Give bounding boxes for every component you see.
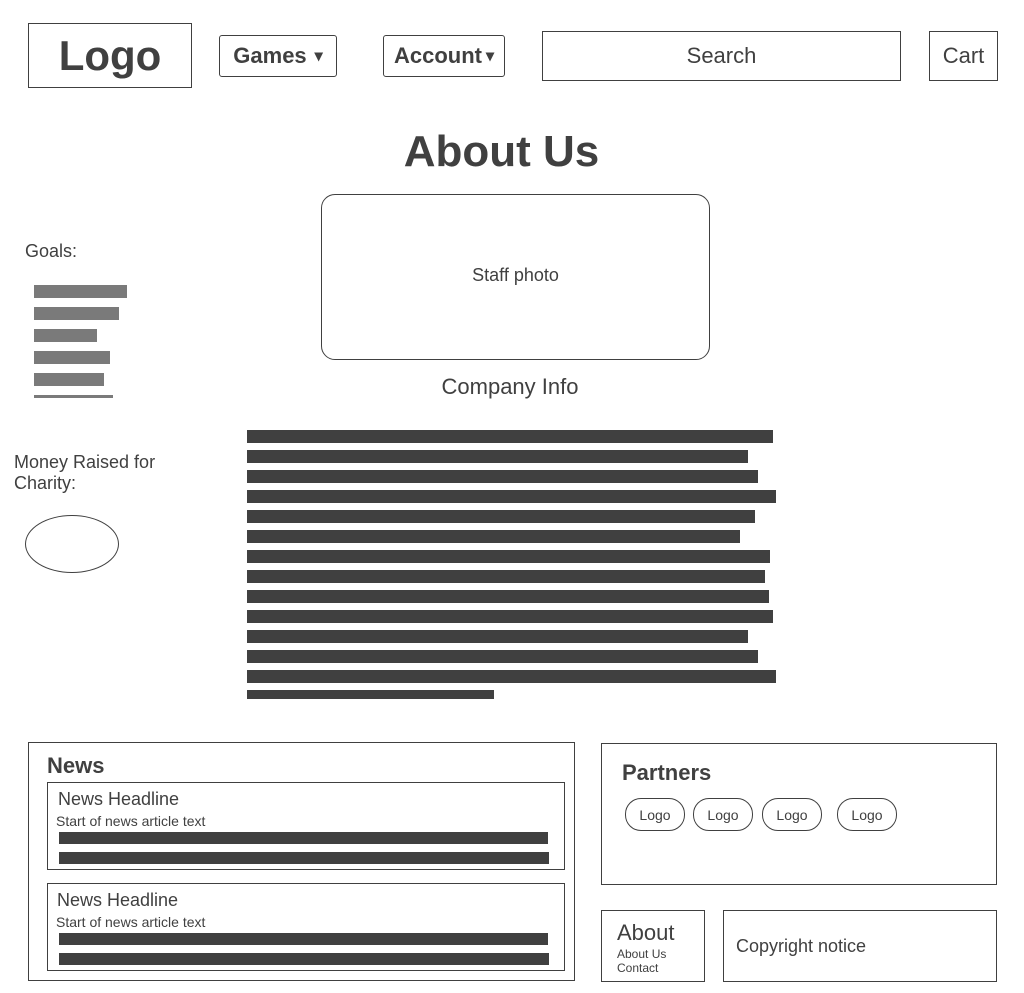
partner-logo-label: Logo bbox=[776, 806, 808, 823]
search-input[interactable]: Search bbox=[542, 31, 901, 81]
money-raised-label: Money Raised for Charity: bbox=[14, 452, 156, 493]
news-headline[interactable]: News Headline bbox=[57, 890, 178, 911]
account-label: Account bbox=[393, 43, 482, 68]
text-line bbox=[247, 650, 758, 663]
text-line bbox=[247, 450, 748, 463]
games-dropdown[interactable]: Games ▾ bbox=[219, 35, 337, 77]
company-info-heading: Company Info bbox=[441, 374, 579, 399]
account-dropdown[interactable]: Account ▾ bbox=[383, 35, 505, 77]
chevron-down-icon: ▾ bbox=[485, 48, 495, 65]
text-line bbox=[247, 470, 758, 483]
text-line bbox=[59, 953, 549, 965]
text-line bbox=[247, 570, 765, 583]
text-line bbox=[59, 832, 548, 844]
money-raised-indicator bbox=[25, 515, 119, 573]
text-line bbox=[247, 590, 769, 603]
site-logo[interactable]: Logo bbox=[28, 23, 192, 88]
news-snippet: Start of news article text bbox=[56, 813, 206, 829]
cart-button[interactable]: Cart bbox=[929, 31, 998, 81]
partner-logo-label: Logo bbox=[639, 806, 671, 823]
partner-logo[interactable]: Logo bbox=[837, 798, 897, 831]
text-line bbox=[247, 610, 773, 623]
text-line bbox=[247, 670, 776, 683]
text-line bbox=[247, 690, 494, 699]
text-line bbox=[247, 630, 748, 643]
staff-photo-label: Staff photo bbox=[472, 264, 559, 285]
copyright-notice: Copyright notice bbox=[736, 936, 867, 956]
text-line bbox=[59, 933, 548, 945]
goal-line bbox=[34, 373, 104, 386]
text-line bbox=[247, 430, 773, 443]
text-line bbox=[59, 852, 549, 864]
footer-about-heading: About bbox=[617, 920, 675, 945]
text-line bbox=[247, 510, 755, 523]
page-title: About Us bbox=[403, 127, 600, 176]
goal-line bbox=[34, 329, 97, 342]
partner-logo[interactable]: Logo bbox=[762, 798, 822, 831]
partner-logo[interactable]: Logo bbox=[625, 798, 685, 831]
chevron-down-icon: ▾ bbox=[314, 48, 323, 65]
footer-link-about-us[interactable]: About Us bbox=[617, 947, 666, 961]
partner-logo-label: Logo bbox=[851, 806, 883, 823]
goal-line bbox=[34, 307, 119, 320]
games-label: Games bbox=[233, 43, 307, 68]
news-headline[interactable]: News Headline bbox=[58, 789, 179, 810]
goal-line bbox=[34, 285, 127, 298]
partner-logo-label: Logo bbox=[707, 806, 739, 823]
partners-heading: Partners bbox=[622, 760, 712, 785]
footer-link-contact[interactable]: Contact bbox=[617, 961, 658, 975]
staff-photo: Staff photo bbox=[321, 194, 710, 360]
text-line bbox=[247, 530, 740, 543]
news-heading: News bbox=[47, 753, 105, 778]
text-line bbox=[247, 550, 770, 563]
news-snippet: Start of news article text bbox=[56, 914, 206, 930]
goals-label: Goals: bbox=[25, 241, 78, 261]
goal-line bbox=[34, 351, 110, 364]
cart-label: Cart bbox=[942, 43, 985, 68]
partner-logo[interactable]: Logo bbox=[693, 798, 753, 831]
logo-text: Logo bbox=[58, 31, 162, 79]
search-placeholder: Search bbox=[686, 43, 757, 68]
goal-line bbox=[34, 395, 113, 398]
text-line bbox=[247, 490, 776, 503]
